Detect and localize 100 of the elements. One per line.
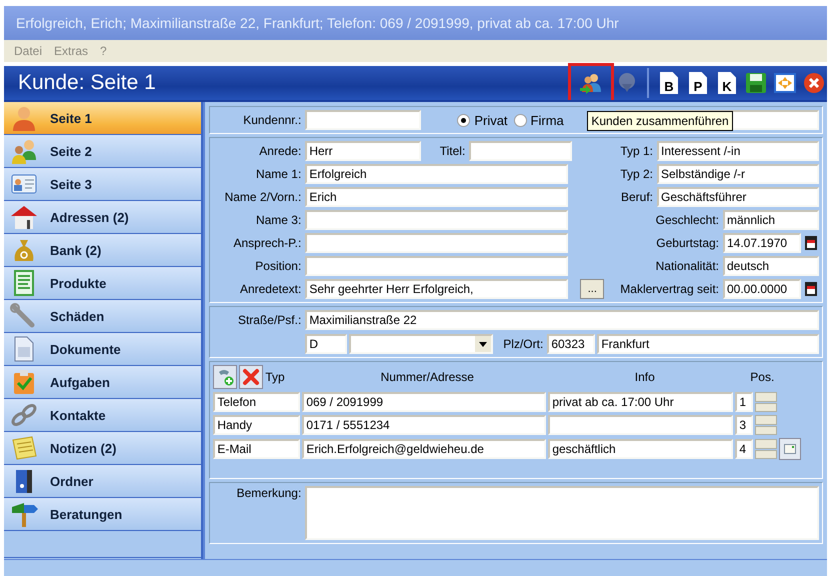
field-label: Typ 1: (620, 144, 654, 158)
add-phone-button[interactable] (213, 365, 238, 389)
postal-code-field[interactable]: 60323 (547, 334, 596, 354)
close-icon (803, 72, 825, 94)
street-field[interactable]: Maximilianstraße 22 (305, 310, 819, 330)
input-field[interactable] (305, 256, 568, 276)
field-label: Bemerkung: (236, 486, 302, 500)
input-field[interactable]: Herr (305, 141, 422, 161)
sidebar-item[interactable]: Kontakte (4, 399, 202, 432)
sidebar-item[interactable]: Notizen (2) (4, 432, 202, 465)
column-header: Pos. (749, 370, 776, 384)
city-field[interactable]: Frankfurt (597, 334, 819, 354)
type-field[interactable]: E-Mail (213, 439, 300, 459)
sidebar-item[interactable]: Ordner (4, 465, 202, 498)
field-label: Kundennr.: (242, 113, 302, 127)
position-field[interactable]: 4 (735, 439, 754, 459)
caret-icon (479, 342, 488, 346)
position-field[interactable]: 3 (735, 415, 754, 435)
info-field[interactable] (548, 415, 734, 435)
number-field[interactable]: 069 / 2091999 (302, 392, 546, 412)
field-label: Plz/Ort: (502, 337, 544, 351)
house-icon (10, 204, 38, 230)
field-label: Straße/Psf.: (236, 313, 302, 327)
calendar-icon (805, 282, 817, 296)
spin-buttons[interactable] (755, 392, 778, 412)
people-icon (10, 138, 38, 164)
cross-icon (242, 368, 260, 386)
field-label: Geburtstag: (655, 236, 720, 250)
field-label: Titel: (438, 144, 466, 158)
save-icon (745, 72, 767, 94)
sidebar-item[interactable]: Dokumente (4, 333, 202, 366)
customer-number-field[interactable] (305, 110, 422, 130)
sidebar-item[interactable]: Seite 1 (4, 102, 202, 135)
input-field[interactable]: Erich (305, 187, 568, 207)
merge-customers-button[interactable] (571, 66, 611, 100)
info-field[interactable]: geschäftlich (548, 439, 734, 459)
sidebar-item[interactable]: Schäden (4, 300, 202, 333)
card-icon (784, 444, 796, 454)
spin-buttons[interactable] (755, 439, 778, 459)
sidebar-item[interactable]: Seite 3 (4, 168, 202, 201)
more-button[interactable]: ... (580, 279, 604, 299)
country-field[interactable]: D (305, 334, 348, 354)
calendar-button[interactable] (803, 233, 819, 253)
input-field[interactable]: Erfolgreich (305, 164, 568, 184)
sidebar-item[interactable]: Produkte (4, 267, 202, 300)
input-field[interactable]: 00.00.0000 (723, 279, 801, 299)
customer-type-radio[interactable]: Firma (514, 112, 564, 128)
sidebar-item[interactable]: Aufgaben (4, 366, 202, 399)
field-label: Typ 2: (619, 167, 654, 181)
sidebar-item[interactable]: Bank (2) (4, 234, 202, 267)
input-field[interactable]: Selbständige /-r (657, 164, 819, 184)
page-title: Kunde: Seite 1 (18, 71, 156, 95)
customer-type-radio[interactable]: Privat (457, 112, 508, 128)
input-field[interactable]: Sehr geehrter Herr Erfolgreich, (305, 279, 568, 299)
number-field[interactable]: 0171 / 5551234 (302, 415, 546, 435)
person-icon (10, 105, 38, 131)
column-header: Nummer/Adresse (380, 370, 475, 384)
position-field[interactable]: 1 (735, 392, 754, 412)
email-button[interactable] (779, 438, 802, 460)
delete-button[interactable] (239, 365, 264, 389)
number-field[interactable]: Erich.Erfolgreich@geldwieheu.de (302, 439, 546, 459)
spin-buttons[interactable] (755, 415, 778, 435)
field-label: Maklervertrag seit: (619, 282, 720, 296)
input-field[interactable]: Geschäftsführer (657, 187, 819, 207)
field-label: Anredetext: (238, 282, 302, 296)
input-field[interactable] (305, 233, 568, 253)
field-label: Name 1: (254, 167, 302, 181)
calendar-button[interactable] (803, 279, 819, 299)
people-icon (579, 72, 603, 94)
type-field[interactable]: Handy (213, 415, 300, 435)
input-field[interactable]: männlich (723, 210, 819, 230)
field-label: Anrede: (258, 144, 302, 158)
field-label: Position: (254, 259, 302, 273)
info-field[interactable]: privat ab ca. 17:00 Uhr (548, 392, 734, 412)
input-field[interactable] (305, 210, 568, 230)
field-label: Name 2/Vorn.: (224, 190, 302, 204)
type-field[interactable]: Telefon (213, 392, 300, 412)
input-field[interactable]: Interessent /-in (657, 141, 819, 161)
arrows-icon (774, 72, 796, 94)
download-icon (616, 72, 638, 94)
field-label: Ansprech-P.: (232, 236, 302, 250)
signpost-icon (10, 501, 38, 527)
chain-icon (10, 402, 38, 428)
phone-plus-icon (216, 368, 234, 386)
sidebar-item[interactable]: Seite 2 (4, 135, 202, 168)
remark-field[interactable] (305, 486, 819, 540)
note-icon (10, 435, 38, 461)
tooltip: Kunden zusammenführen (587, 111, 733, 131)
column-header: Typ (265, 370, 286, 384)
input-field[interactable]: 14.07.1970 (723, 233, 801, 253)
sidebar-item[interactable]: Beratungen (4, 498, 202, 531)
input-field[interactable]: deutsch (723, 256, 819, 276)
field-label: Name 3: (254, 213, 302, 227)
field-label: Nationalität: (654, 259, 720, 273)
field-label: Geschlecht: (654, 213, 720, 227)
input-field[interactable] (469, 141, 572, 161)
column-header: Info (634, 370, 656, 384)
window-title: Erfolgreich, Erich; Maximilianstraße 22, Frankfurt; Telefon: 069 / 2091999, privat ab ca. 17:00 Uhr (16, 15, 619, 31)
sidebar-item[interactable]: Adressen (2) (4, 201, 202, 234)
region-dropdown[interactable] (349, 334, 494, 354)
